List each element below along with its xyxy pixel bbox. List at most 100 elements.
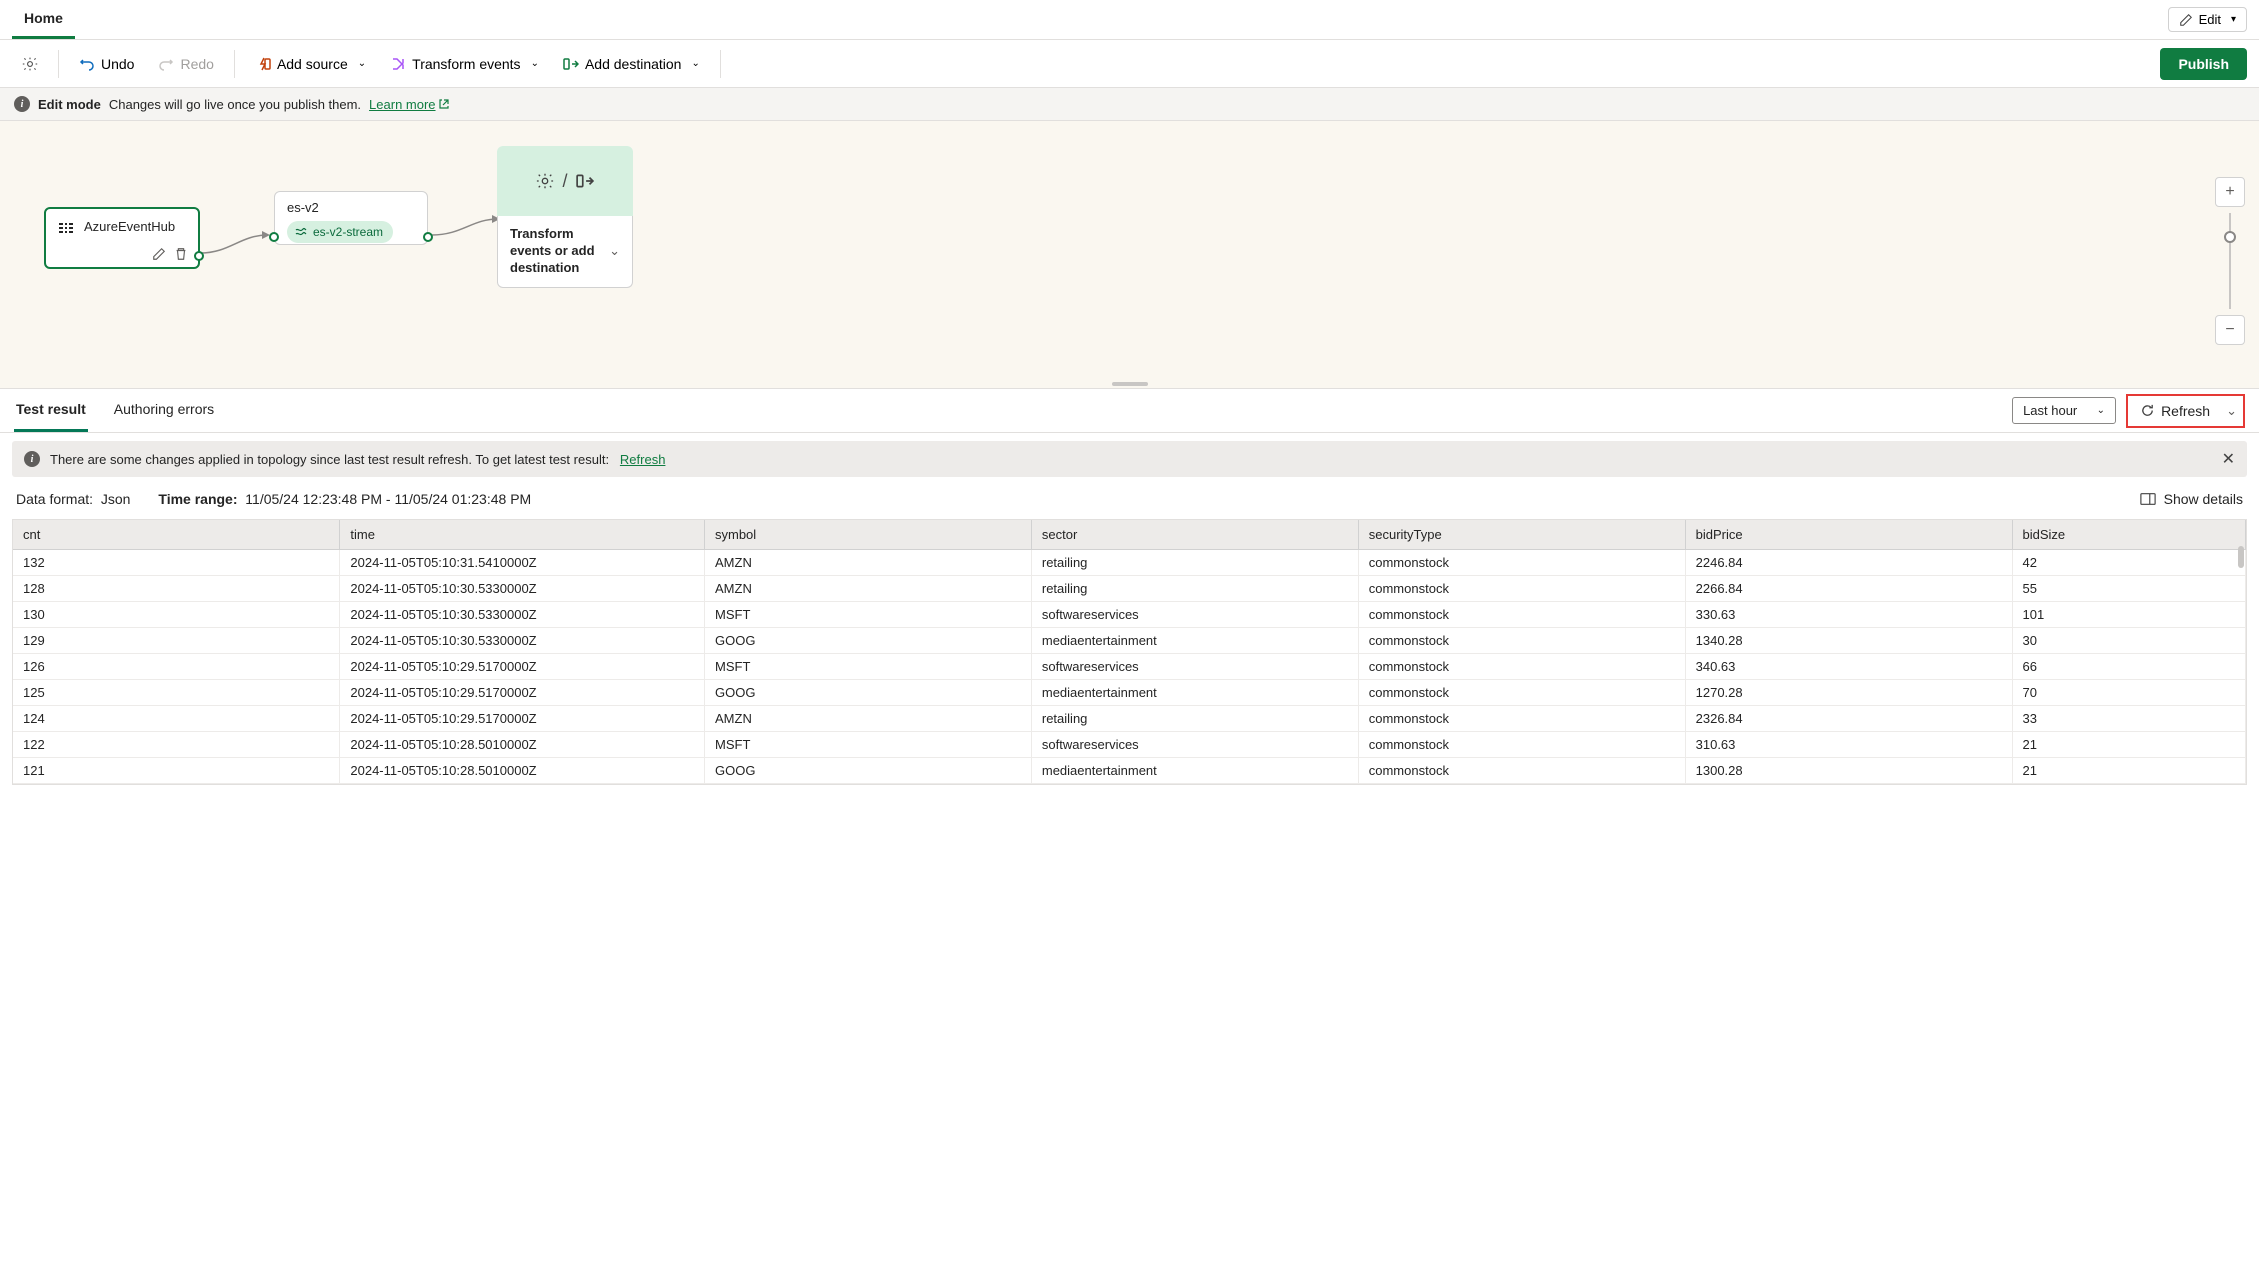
output-port[interactable] [423,232,433,242]
output-port[interactable] [194,251,204,261]
col-header-sector[interactable]: sector [1031,520,1358,550]
learn-more-link[interactable]: Learn more [369,97,449,112]
zoom-slider[interactable] [2229,213,2231,309]
cell-bidPrice: 310.63 [1685,732,2012,758]
edge-stream-to-dest [432,215,504,243]
zoom-in-button[interactable]: + [2215,177,2245,207]
cell-sector: retailing [1031,706,1358,732]
table-row[interactable]: 1292024-11-05T05:10:30.5330000ZGOOGmedia… [13,628,2246,654]
edit-dropdown[interactable]: Edit ▾ [2168,7,2247,32]
cell-bidSize: 70 [2012,680,2246,706]
chevron-down-icon[interactable]: ⌄ [609,243,620,259]
node-destination-placeholder[interactable]: / Transform events or add destination ⌄ [497,146,633,288]
edit-mode-banner: i Edit mode Changes will go live once yo… [0,88,2259,121]
table-row[interactable]: 1252024-11-05T05:10:29.5170000ZGOOGmedia… [13,680,2246,706]
add-source-button[interactable]: Add source ⌄ [245,50,376,78]
cell-securityType: commonstock [1358,732,1685,758]
cell-symbol: GOOG [705,680,1032,706]
zoom-control: + − [2215,177,2245,345]
cell-cnt: 124 [13,706,340,732]
cell-symbol: MSFT [705,654,1032,680]
undo-button[interactable]: Undo [69,50,144,78]
redo-button[interactable]: Redo [148,50,223,78]
cell-symbol: AMZN [705,706,1032,732]
cell-bidPrice: 330.63 [1685,602,2012,628]
cell-sector: mediaentertainment [1031,758,1358,784]
cell-bidPrice: 1300.28 [1685,758,2012,784]
cell-bidPrice: 1270.28 [1685,680,2012,706]
table-row[interactable]: 1282024-11-05T05:10:30.5330000ZAMZNretai… [13,576,2246,602]
tab-home[interactable]: Home [12,0,75,39]
settings-button[interactable] [12,50,48,78]
cell-bidPrice: 2266.84 [1685,576,2012,602]
show-details-label: Show details [2164,491,2243,507]
topology-change-banner: i There are some changes applied in topo… [12,441,2247,477]
zoom-out-button[interactable]: − [2215,315,2245,345]
table-row[interactable]: 1222024-11-05T05:10:28.5010000ZMSFTsoftw… [13,732,2246,758]
undo-icon [79,56,95,72]
add-destination-button[interactable]: Add destination ⌄ [553,50,710,78]
cell-symbol: AMZN [705,576,1032,602]
tab-test-result[interactable]: Test result [14,389,88,432]
cell-time: 2024-11-05T05:10:29.5170000Z [340,680,705,706]
refresh-link[interactable]: Refresh [620,452,666,467]
cell-symbol: MSFT [705,732,1032,758]
cell-bidSize: 21 [2012,732,2246,758]
refresh-button[interactable]: Refresh [2130,397,2220,425]
cell-cnt: 130 [13,602,340,628]
stream-icon [295,226,307,238]
node-source-azureeventhub[interactable]: AzureEventHub [44,207,200,269]
cell-securityType: commonstock [1358,706,1685,732]
panel-resize-grip[interactable] [1112,382,1148,386]
info-icon: i [24,451,40,467]
cell-sector: retailing [1031,576,1358,602]
cell-time: 2024-11-05T05:10:30.5330000Z [340,628,705,654]
details-panel-icon [2140,492,2156,506]
time-window-select[interactable]: Last hour ⌄ [2012,397,2116,424]
node-source-title: AzureEventHub [84,219,175,234]
col-header-bidprice[interactable]: bidPrice [1685,520,2012,550]
col-header-securitytype[interactable]: securityType [1358,520,1685,550]
data-format-label: Data format: [16,491,93,507]
scrollbar[interactable] [2238,546,2244,568]
col-header-symbol[interactable]: symbol [705,520,1032,550]
table-row[interactable]: 1262024-11-05T05:10:29.5170000ZMSFTsoftw… [13,654,2246,680]
close-banner-button[interactable]: ✕ [2222,449,2235,469]
input-port[interactable] [269,232,279,242]
cell-symbol: GOOG [705,628,1032,654]
cell-time: 2024-11-05T05:10:30.5330000Z [340,576,705,602]
show-details-button[interactable]: Show details [2140,491,2243,507]
cell-symbol: AMZN [705,550,1032,576]
table-row[interactable]: 1322024-11-05T05:10:31.5410000ZAMZNretai… [13,550,2246,576]
col-header-cnt[interactable]: cnt [13,520,340,550]
node-stream-esv2[interactable]: es-v2 es-v2-stream [274,191,428,245]
chevron-down-icon[interactable]: ⌄ [2226,403,2241,419]
edit-mode-msg: Changes will go live once you publish th… [109,97,361,112]
delete-node-icon[interactable] [174,247,188,261]
table-row[interactable]: 1212024-11-05T05:10:28.5010000ZGOOGmedia… [13,758,2246,784]
table-row[interactable]: 1302024-11-05T05:10:30.5330000ZMSFTsoftw… [13,602,2246,628]
cell-bidSize: 33 [2012,706,2246,732]
cell-bidPrice: 2246.84 [1685,550,2012,576]
cell-securityType: commonstock [1358,602,1685,628]
cell-securityType: commonstock [1358,758,1685,784]
cell-cnt: 122 [13,732,340,758]
cell-securityType: commonstock [1358,680,1685,706]
cell-bidSize: 30 [2012,628,2246,654]
info-icon: i [14,96,30,112]
transform-events-button[interactable]: Transform events ⌄ [380,50,549,78]
pencil-icon [2179,13,2193,27]
tab-authoring-errors[interactable]: Authoring errors [112,389,216,432]
col-header-time[interactable]: time [340,520,705,550]
edit-node-icon[interactable] [152,247,166,261]
redo-icon [158,56,174,72]
col-header-bidsize[interactable]: bidSize [2012,520,2246,550]
time-window-value: Last hour [2023,403,2077,418]
table-row[interactable]: 1242024-11-05T05:10:29.5170000ZAMZNretai… [13,706,2246,732]
publish-button[interactable]: Publish [2160,48,2247,80]
cell-sector: softwareservices [1031,654,1358,680]
stream-pill: es-v2-stream [287,221,393,243]
chevron-down-icon: ▾ [2231,14,2236,25]
topology-canvas[interactable]: AzureEventHub es-v2 es-v2-stream / Trans… [0,121,2259,389]
cell-sector: mediaentertainment [1031,628,1358,654]
